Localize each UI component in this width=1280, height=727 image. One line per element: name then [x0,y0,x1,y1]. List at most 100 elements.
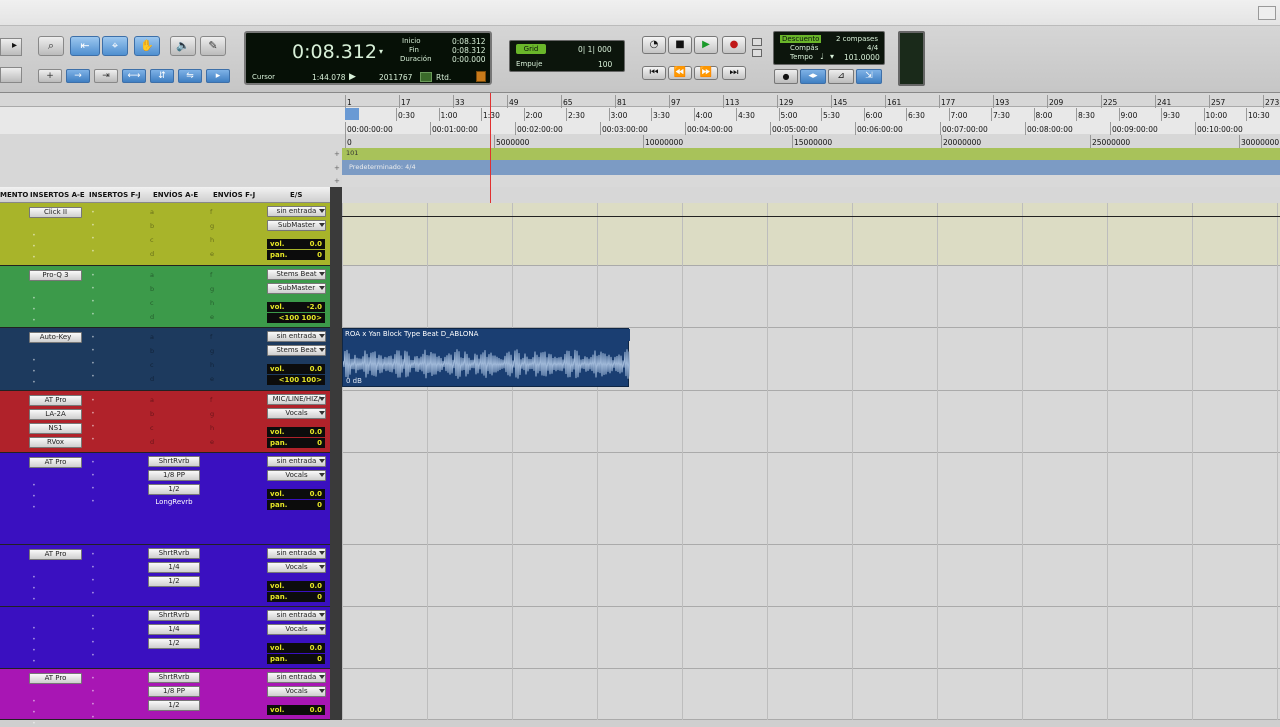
volume-display[interactable]: vol. 0.0 [267,581,325,591]
empty-insert[interactable]: • [32,719,36,727]
pan-display[interactable]: pan. 0 [267,592,325,602]
nudge-value[interactable]: 100 [598,60,612,69]
empty-insert[interactable]: • [32,294,36,302]
send-slot[interactable]: h [210,424,214,432]
grabber-tool-icon[interactable]: ✋ [134,36,160,56]
pre-post-roll-icon[interactable] [420,72,432,82]
volume-display[interactable]: vol. -2.0 [267,302,325,312]
track-strip[interactable]: Click II • • • • • • • a b c d f g h e sin entrada SubMas… [0,203,330,266]
empty-insert[interactable]: • [32,646,36,654]
send-slot[interactable]: a [150,396,154,404]
send-slot[interactable]: 1/2 [148,700,200,711]
input-selector[interactable]: MIC/LINE/HIZ/ [267,394,326,405]
empty-insert[interactable]: • [32,635,36,643]
empty-insert[interactable]: • [32,503,36,511]
meter-ruler[interactable]: Predeterminado: 4/4 [342,160,1280,175]
input-selector[interactable]: sin entrada [267,672,326,683]
track-lane[interactable] [342,545,1280,607]
send-slot[interactable]: d [150,438,154,446]
insert-slot[interactable]: Pro-Q 3 [29,270,82,281]
send-slot[interactable]: 1/8 PP [148,686,200,697]
rewind-icon[interactable]: ⏪ [668,66,692,80]
empty-insert[interactable]: • [91,284,95,292]
col-io[interactable]: E/S [290,191,302,199]
length-value[interactable]: 0:00.000 [452,55,486,64]
empty-insert[interactable]: • [32,595,36,603]
output-selector[interactable]: Stems Beat [267,345,326,356]
empty-insert[interactable]: • [91,700,95,708]
send-slot[interactable]: e [210,375,214,383]
edit-window[interactable] [342,203,1280,720]
grid-label[interactable]: Grid [516,44,546,54]
send-slot[interactable]: h [210,361,214,369]
empty-insert[interactable]: • [91,396,95,404]
tempo-value[interactable]: 101.0000 [844,53,880,62]
track-lane[interactable] [342,266,1280,328]
go-to-end-icon[interactable]: ⏭ [722,66,746,80]
empty-insert[interactable]: • [91,409,95,417]
zoom-tool-icon[interactable]: ⌕ [38,36,64,56]
col-inserts-fj[interactable]: INSERTOS F-J [89,191,141,199]
empty-insert[interactable]: • [91,687,95,695]
mirror-edit-icon[interactable]: ⇋ [178,69,202,83]
output-selector[interactable]: SubMaster [267,220,326,231]
col-instrument[interactable]: MENTO [0,191,28,199]
empty-insert[interactable]: • [32,378,36,386]
send-slot[interactable]: d [150,375,154,383]
send-slot[interactable]: ShrtRvrb [148,672,200,683]
send-slot[interactable]: 1/4 [148,562,200,573]
empty-insert[interactable]: • [91,612,95,620]
insert-slot[interactable]: AT Pro [29,457,82,468]
midi-record-icon[interactable]: ● [774,69,798,84]
send-slot[interactable]: 1/2 [148,638,200,649]
insert-slot[interactable]: RVox [29,437,82,448]
meter-marker[interactable]: Predeterminado: 4/4 [349,163,416,171]
empty-insert[interactable]: • [32,316,36,324]
empty-insert[interactable]: • [91,497,95,505]
track-strip[interactable]: Pro-Q 3 • • • • • • • a b c d f g h e Stems Beat SubMaste… [0,266,330,328]
track-strip[interactable]: Auto-Key • • • • • • • a b c d f g h e sin entrada Stems … [0,328,330,391]
send-slot[interactable]: h [210,236,214,244]
empty-insert[interactable]: • [32,481,36,489]
insert-slot[interactable]: Auto-Key [29,332,82,343]
empty-insert[interactable]: • [32,697,36,705]
send-slot[interactable]: g [210,285,214,293]
volume-display[interactable]: vol. 0.0 [267,239,325,249]
samples-ruler[interactable]: 0 5000000 10000000 15000000 20000000 25000000… [342,135,1280,148]
window-button[interactable] [1258,6,1276,20]
volume-display[interactable]: vol. 0.0 [267,489,325,499]
send-slot[interactable]: 1/2 [148,576,200,587]
send-slot[interactable]: f [210,271,212,279]
track-lane[interactable] [342,607,1280,669]
empty-insert[interactable]: • [91,625,95,633]
volume-display[interactable]: vol. 0.0 [267,705,325,715]
send-slot[interactable]: c [150,299,154,307]
add-marker-icon[interactable]: + [334,150,340,158]
countoff-label[interactable]: Descuento [780,35,822,43]
send-slot[interactable]: ShrtRvrb [148,548,200,559]
send-slot[interactable]: b [150,410,154,418]
pencil-tool-icon[interactable]: ✎ [200,36,226,56]
send-slot[interactable]: 1/8 PP [148,470,200,481]
empty-insert[interactable]: • [32,657,36,665]
empty-insert[interactable]: • [91,638,95,646]
empty-insert[interactable]: • [91,271,95,279]
insert-slot[interactable]: AT Pro [29,673,82,684]
empty-insert[interactable]: • [91,550,95,558]
insert-slot[interactable]: AT Pro [29,549,82,560]
return-to-zero-icon[interactable]: ⏮ [642,66,666,80]
trim-tool-icon[interactable]: ⇤ [70,36,100,56]
send-slot[interactable]: d [150,313,154,321]
output-selector[interactable]: Vocals [267,562,326,573]
empty-insert[interactable]: • [32,584,36,592]
insert-slot[interactable]: NS1 [29,423,82,434]
play-icon[interactable]: ▶ [694,36,718,54]
empty-insert[interactable]: • [91,484,95,492]
send-slot[interactable]: f [210,333,212,341]
empty-insert[interactable]: • [91,563,95,571]
empty-insert[interactable]: • [91,471,95,479]
send-slot[interactable]: e [210,313,214,321]
track-strip[interactable]: AT Pro • • • • • • • ShrtRvrb 1/8 PP 1/2 sin entrad… [0,669,330,727]
send-slot[interactable]: ShrtRvrb [148,456,200,467]
empty-insert[interactable]: • [32,305,36,313]
